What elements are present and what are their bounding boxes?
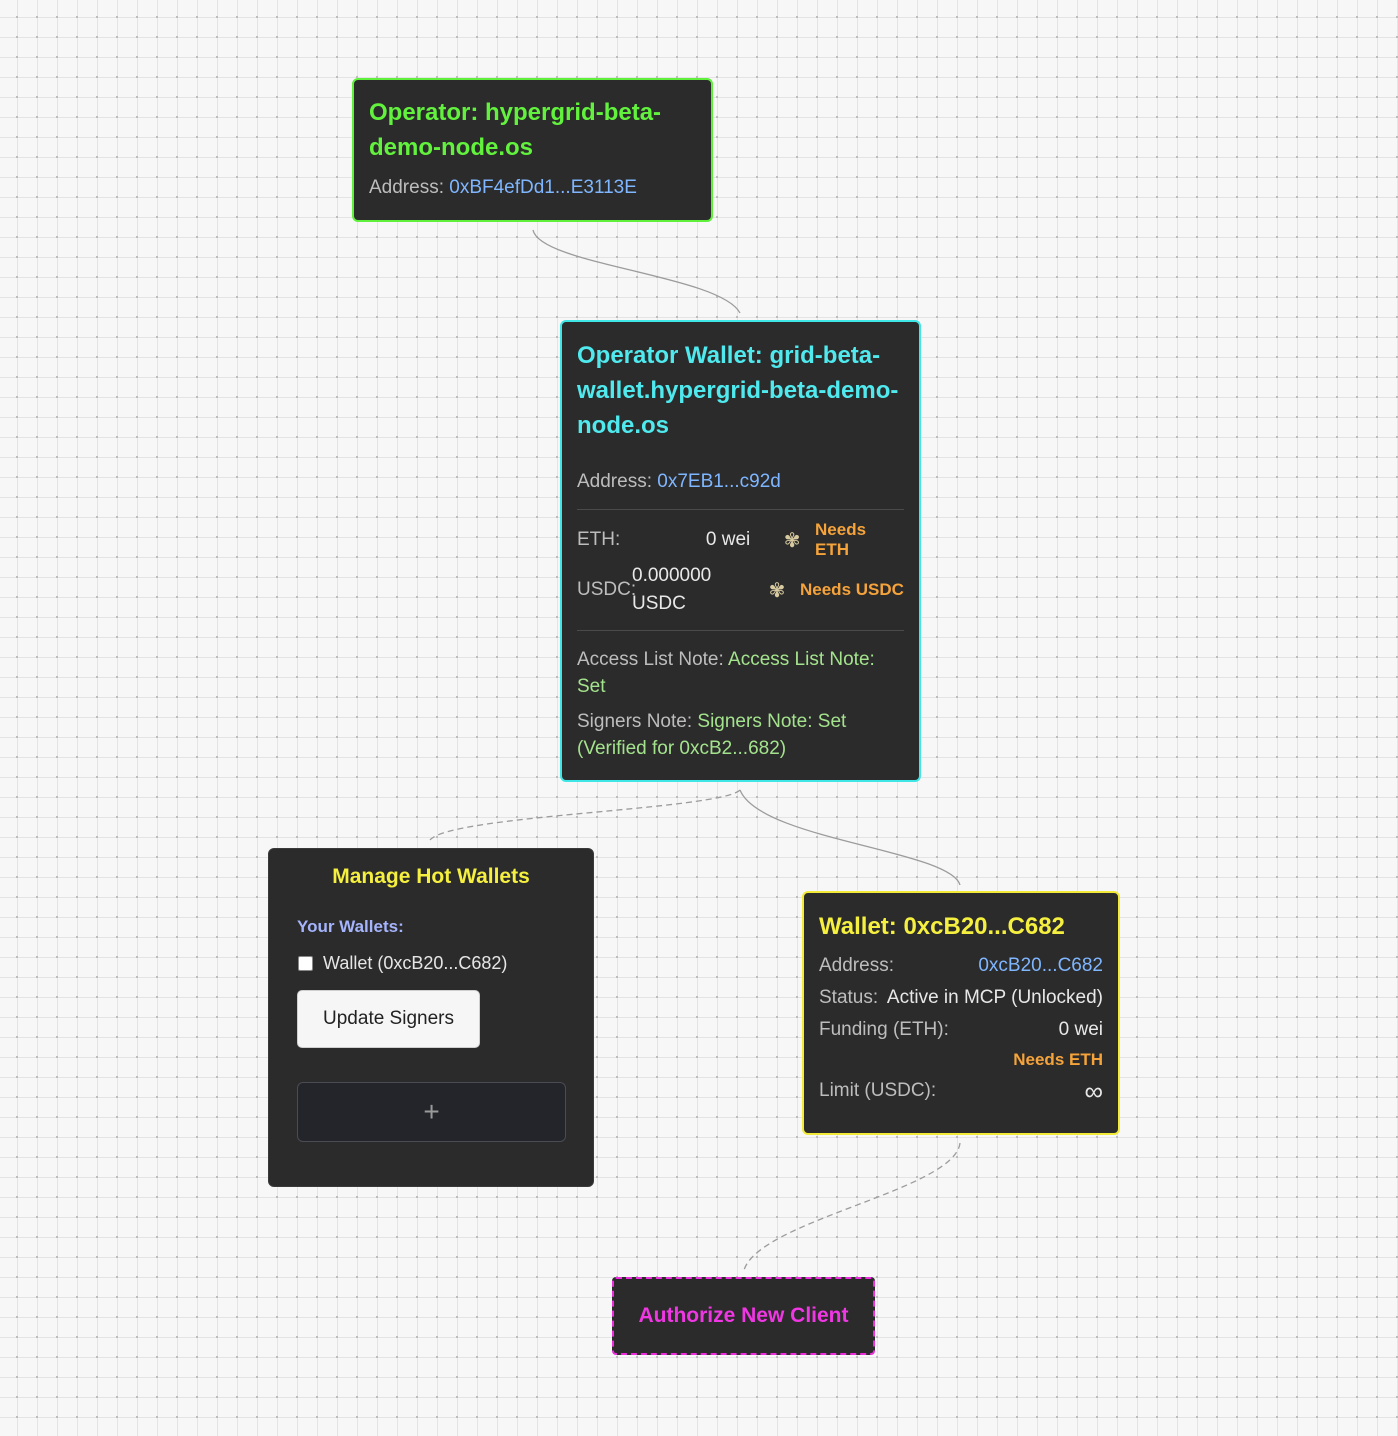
hot-wallet-funding-value: 0 wei <box>1058 1019 1103 1040</box>
eth-value: 0 wei <box>705 529 751 550</box>
eth-label: ETH: <box>577 529 621 550</box>
edge-hotwallet-to-authorize <box>743 1142 961 1271</box>
authorize-new-client-label: Authorize New Client <box>638 1304 849 1327</box>
operator-address-link[interactable]: 0xBF4efDd1...E3113E <box>449 177 637 198</box>
operator-node[interactable]: Operator: hypergrid-beta-demo-node.os Ad… <box>352 78 713 222</box>
needs-usdc-badge: Needs USDC <box>800 580 904 599</box>
faucet-icon[interactable]: ✾ <box>764 578 790 603</box>
hot-wallet-address-row: Address: 0xcB20...C682 <box>819 950 1103 982</box>
edge-operator-to-wallet <box>532 229 741 314</box>
operator-wallet-address-label: Address: <box>577 471 652 492</box>
operator-wallet-address-row: Address: 0x7EB1...c92d <box>577 471 904 493</box>
usdc-label: USDC: <box>577 579 637 600</box>
wallet-checkbox-row[interactable]: Wallet (0xcB20...C682) <box>297 953 565 974</box>
operator-wallet-title: Operator Wallet: grid-beta-wallet.hyperg… <box>577 342 899 439</box>
access-list-label: Access List Note: <box>577 649 724 670</box>
manage-hot-wallets-title: Manage Hot Wallets <box>332 865 530 888</box>
authorize-new-client-button[interactable]: Authorize New Client <box>612 1277 875 1355</box>
access-list-note: Access List Note: Access List Note: Set <box>577 646 904 700</box>
hot-wallet-status-row: Status: Active in MCP (Unlocked) <box>819 982 1103 1014</box>
eth-balance-row: ETH: 0 wei ✾ Needs ETH <box>577 520 904 559</box>
operator-wallet-node[interactable]: Operator Wallet: grid-beta-wallet.hyperg… <box>560 320 921 782</box>
your-wallets-heading: Your Wallets: <box>297 917 404 936</box>
update-signers-button[interactable]: Update Signers <box>297 990 480 1048</box>
hot-wallet-funding-row: Funding (ETH): 0 wei <box>819 1014 1103 1046</box>
hot-wallet-limit-row: Limit (USDC): ∞ <box>819 1075 1103 1107</box>
edge-opwallet-to-manage <box>429 789 741 841</box>
hot-wallet-status-value: Active in MCP (Unlocked) <box>886 987 1103 1008</box>
manage-hot-wallets-node[interactable]: Manage Hot Wallets Your Wallets: Wallet … <box>268 848 594 1187</box>
operator-wallet-address-link[interactable]: 0x7EB1...c92d <box>657 471 781 492</box>
usdc-balance-row: USDC: 0.000000 USDC ✾ Needs USDC <box>577 562 904 618</box>
hot-wallet-node[interactable]: Wallet: 0xcB20...C682 Address: 0xcB20...… <box>802 891 1120 1135</box>
add-wallet-button[interactable]: + <box>297 1082 566 1142</box>
hot-wallet-title: Wallet: 0xcB20...C682 <box>819 913 1065 940</box>
operator-title: Operator: hypergrid-beta-demo-node.os <box>369 99 662 161</box>
divider <box>577 509 904 510</box>
hot-wallet-funding-status-row: Needs ETH <box>819 1046 1103 1075</box>
operator-address-label: Address: <box>369 177 444 198</box>
needs-eth-badge: Needs ETH <box>815 520 867 559</box>
divider <box>577 630 904 631</box>
signers-note: Signers Note: Signers Note: Set (Verifie… <box>577 708 904 762</box>
usdc-value: 0.000000 USDC <box>632 565 712 614</box>
wallet-checkbox[interactable] <box>298 956 313 971</box>
hot-wallet-limit-value: ∞ <box>1084 1076 1103 1106</box>
hot-wallet-status-label: Status: <box>819 987 879 1008</box>
hot-wallet-funding-label: Funding (ETH): <box>819 1019 949 1040</box>
wallet-checkbox-label: Wallet (0xcB20...C682) <box>323 953 508 973</box>
hot-wallet-address-label: Address: <box>819 955 894 976</box>
hot-wallet-limit-label: Limit (USDC): <box>819 1080 937 1101</box>
edge-opwallet-to-hotwallet <box>739 789 961 886</box>
signers-label: Signers Note: <box>577 711 693 732</box>
operator-address-row: Address: 0xBF4efDd1...E3113E <box>369 177 696 199</box>
faucet-icon[interactable]: ✾ <box>779 528 805 553</box>
hot-wallet-needs-eth-badge: Needs ETH <box>1013 1050 1103 1069</box>
hot-wallet-address-link[interactable]: 0xcB20...C682 <box>978 950 1103 982</box>
